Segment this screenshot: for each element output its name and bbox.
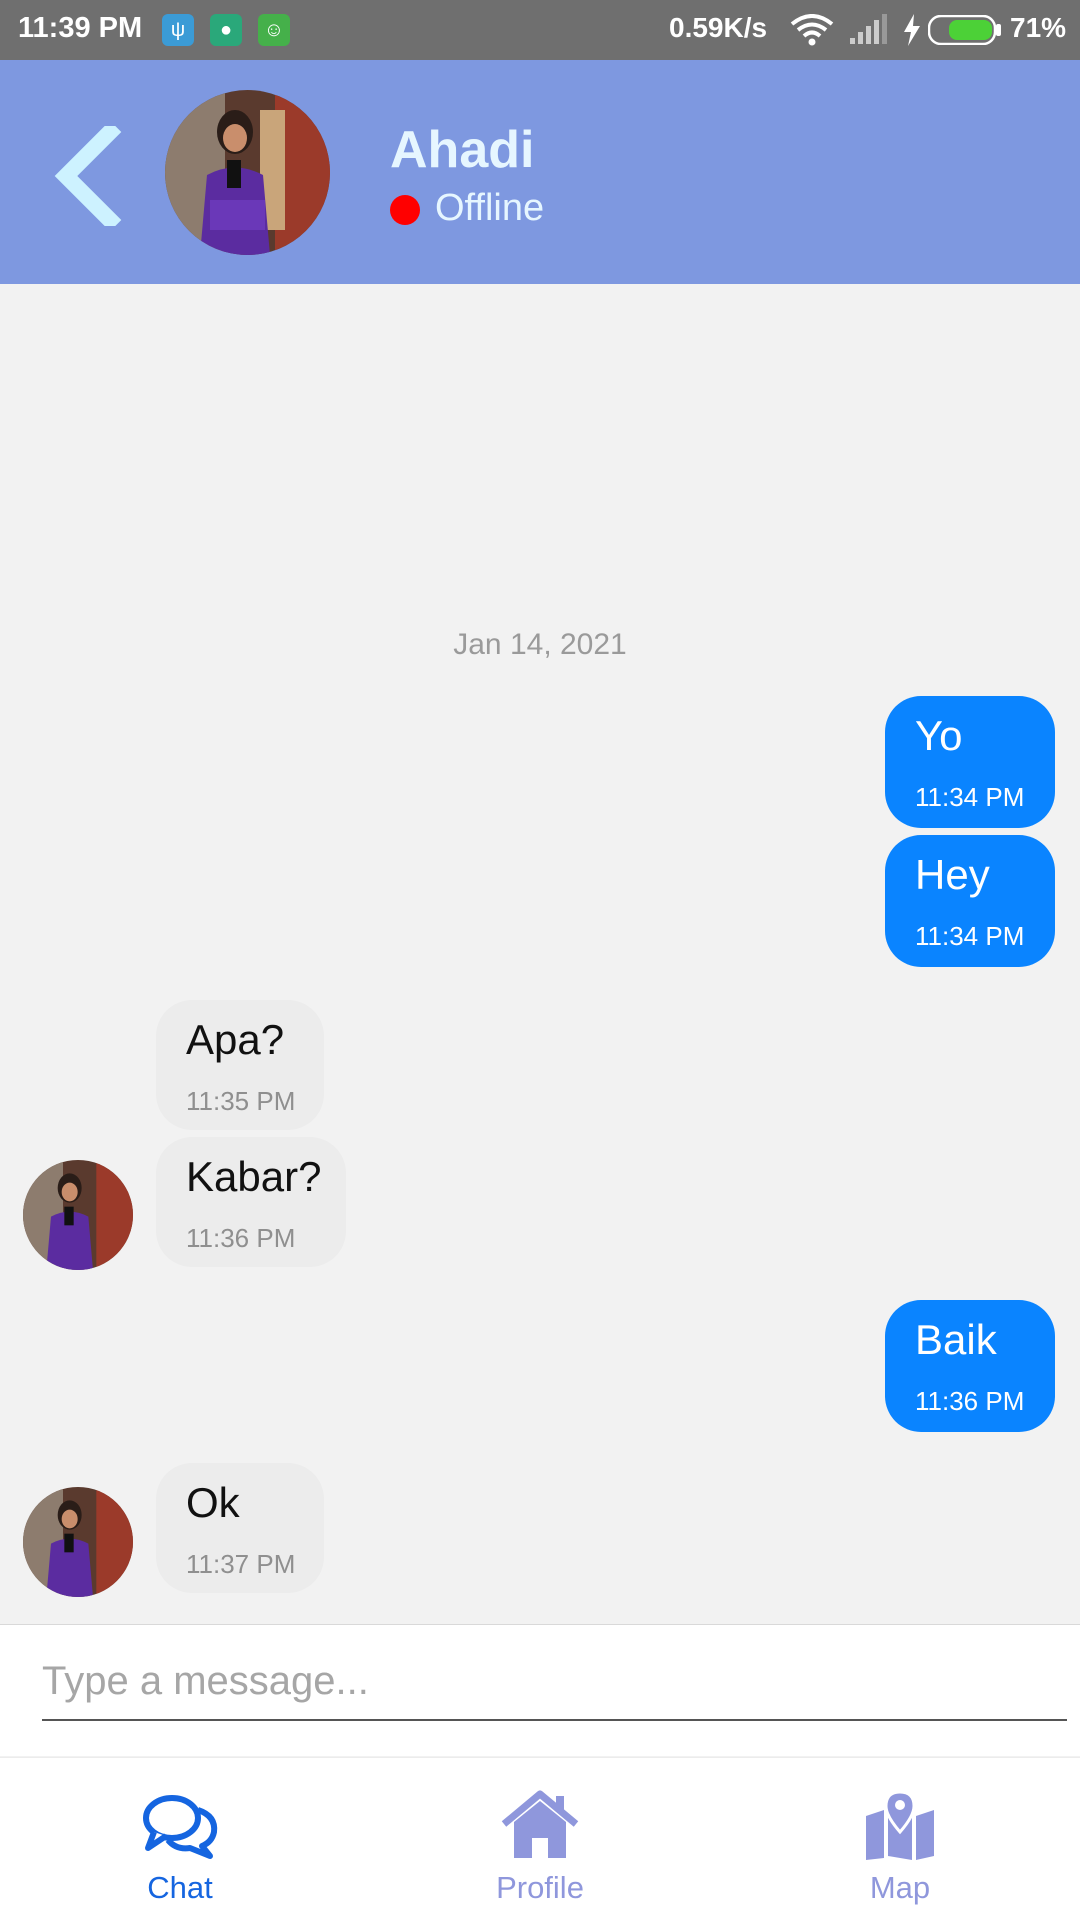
nav-item-profile[interactable]: Profile [360, 1758, 720, 1920]
message-text: Hey [915, 851, 990, 898]
message-input[interactable] [42, 1643, 1067, 1721]
sender-avatar[interactable] [23, 1160, 133, 1270]
message-bubble-received[interactable]: Kabar? 11:36 PM [156, 1137, 346, 1267]
message-text: Baik [915, 1316, 997, 1363]
android-icon: ☺ [258, 14, 290, 46]
chat-header: Ahadi Offline [0, 60, 1080, 284]
usb-icon: ψ [162, 14, 194, 46]
message-time: 11:35 PM [186, 1086, 296, 1116]
battery-percent: 71% [1010, 12, 1067, 43]
contact-name: Ahadi [390, 121, 535, 179]
home-icon [501, 1790, 579, 1858]
message-time: 11:34 PM [915, 782, 1025, 812]
nav-item-map[interactable]: Map [720, 1758, 1080, 1920]
message-bubble-sent[interactable]: Baik 11:36 PM [885, 1300, 1055, 1432]
message-time: 11:36 PM [915, 1386, 1025, 1416]
message-bubble-received[interactable]: Ok 11:37 PM [156, 1463, 324, 1593]
chevron-left-icon [54, 126, 122, 226]
map-pin-icon [866, 1790, 934, 1860]
nav-label-chat: Chat [147, 1870, 213, 1905]
network-speed: 0.59K/s [669, 12, 768, 43]
message-text: Kabar? [186, 1153, 322, 1200]
nav-label-map: Map [869, 1870, 931, 1905]
charging-icon [904, 14, 920, 46]
nav-item-chat[interactable]: Chat [0, 1758, 360, 1920]
contact-status: Offline [435, 187, 545, 229]
message-bubble-sent[interactable]: Yo 11:34 PM [885, 696, 1055, 828]
back-button[interactable] [52, 126, 124, 226]
message-time: 11:37 PM [186, 1549, 296, 1579]
message-text: Apa? [186, 1016, 285, 1063]
wifi-icon [790, 14, 834, 46]
nav-label-profile: Profile [496, 1870, 584, 1905]
message-time: 11:36 PM [186, 1223, 296, 1253]
shield-icon: ● [210, 14, 242, 46]
message-bubble-sent[interactable]: Hey 11:34 PM [885, 835, 1055, 967]
contact-avatar[interactable] [165, 90, 330, 255]
chat-bubbles-icon [143, 1795, 218, 1859]
bottom-nav: Chat Profile Map [0, 1757, 1080, 1920]
date-separator: Jan 14, 2021 [453, 628, 627, 661]
status-bar: 11:39 PM ψ ● ☺ 0.59K/s 71% [0, 0, 1080, 60]
message-text: Ok [186, 1479, 240, 1526]
message-composer [0, 1624, 1080, 1756]
message-bubble-received[interactable]: Apa? 11:35 PM [156, 1000, 324, 1130]
status-time: 11:39 PM [18, 12, 143, 44]
offline-status-dot [390, 195, 420, 225]
message-text: Yo [915, 712, 963, 759]
battery-icon [928, 15, 1001, 45]
signal-icon [850, 14, 887, 44]
sender-avatar[interactable] [23, 1487, 133, 1597]
message-time: 11:34 PM [915, 921, 1025, 951]
